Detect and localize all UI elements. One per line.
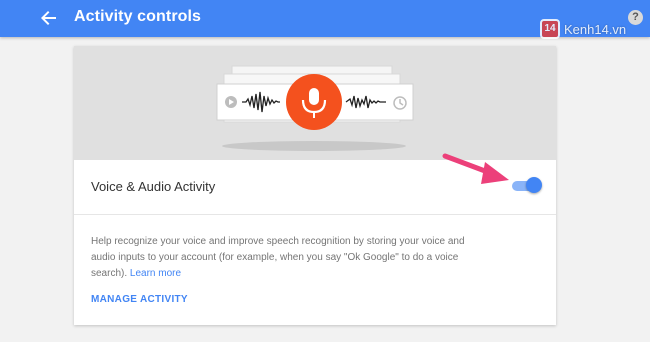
learn-more-link[interactable]: Learn more [130,268,181,279]
watermark-badge: 14 [540,19,560,39]
watermark-text: Kenh14.vn [564,21,627,37]
manage-activity-link[interactable]: MANAGE ACTIVITY [91,294,188,305]
back-button[interactable] [37,6,61,30]
toggle-knob [526,177,542,193]
annotation-arrow-icon [442,153,509,184]
help-icon[interactable]: ? [628,10,643,25]
microphone-icon [286,74,342,130]
arrow-back-icon [41,11,56,25]
setting-description: Help recognize your voice and improve sp… [91,234,491,282]
hero-illustration [74,46,556,160]
page-title: Activity controls [74,8,202,25]
watermark-logo: 14 Kenh14.vn [540,18,626,40]
setting-label: Voice & Audio Activity [91,179,216,194]
play-icon [225,96,237,108]
illustration-shadow [222,141,406,151]
